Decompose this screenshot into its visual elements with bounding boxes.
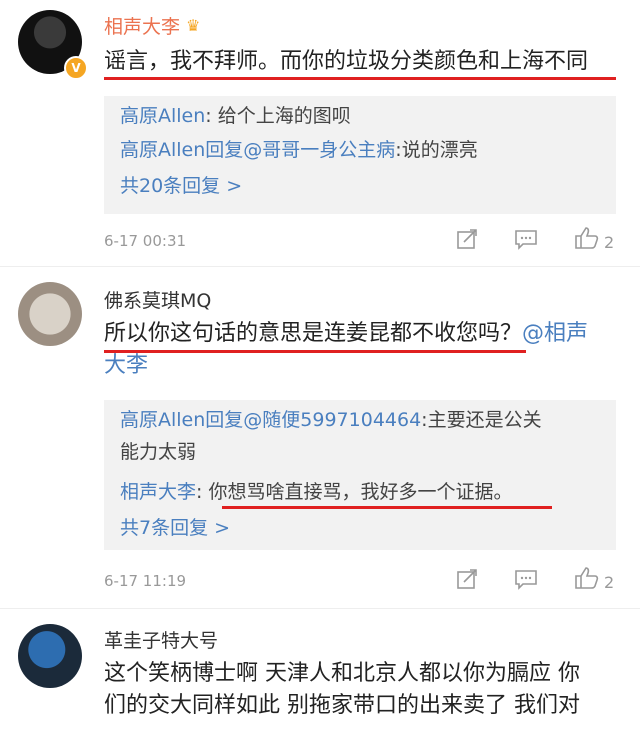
username[interactable]: 相声大李 ♛ (104, 12, 200, 39)
more-replies-link[interactable]: 共20条回复 > (120, 170, 600, 202)
timestamp: 6-17 00:31 (104, 232, 187, 250)
reply-content: 说的漂亮 (401, 139, 478, 161)
reply-author[interactable]: 高原Allen回复@随便5997104464 (120, 409, 421, 431)
reply-content: 能力太弱 (120, 441, 197, 463)
share-icon[interactable] (456, 568, 478, 595)
reply-content: 给个上海的图呗 (217, 105, 351, 127)
like-icon[interactable] (574, 567, 600, 595)
like-count: 2 (604, 233, 615, 252)
reply-item[interactable]: 相声大李: 你想骂啥直接骂，我好多一个证据。 (120, 476, 600, 508)
comment-text: 这个笑柄博士啊 天津人和北京人都以你为膈应 你 们的交大同样如此 别拖家带口的出… (104, 661, 580, 718)
avatar[interactable] (18, 282, 82, 346)
reply-box: 高原Allen: 给个上海的图呗 高原Allen回复@哥哥一身公主病:说的漂亮 … (104, 96, 616, 214)
reply-author[interactable]: 高原Allen (120, 105, 205, 127)
more-replies-link[interactable]: 共7条回复 > (120, 512, 600, 544)
comment-icon[interactable] (514, 228, 538, 255)
reply-author[interactable]: 高原Allen回复@哥哥一身公主病 (120, 139, 395, 161)
username-text[interactable]: 革圭子特大号 (104, 630, 218, 652)
like-icon[interactable] (574, 227, 600, 255)
mention-link[interactable]: 大李 (104, 353, 148, 378)
vip-crown-icon: ♛ (186, 16, 201, 35)
verified-badge-icon: V (64, 56, 88, 80)
username-text[interactable]: 佛系莫琪MQ (104, 290, 211, 312)
reply-box: 高原Allen回复@随便5997104464:主要还是公关 能力太弱 相声大李:… (104, 400, 616, 550)
reply-item[interactable]: 高原Allen回复@随便5997104464:主要还是公关 能力太弱 (120, 404, 600, 468)
like-button[interactable]: 2 (574, 566, 614, 595)
like-button[interactable]: 2 (574, 226, 614, 255)
username[interactable]: 革圭子特大号 (104, 626, 218, 653)
avatar[interactable] (18, 624, 82, 688)
reply-author[interactable]: 相声大李 (120, 481, 196, 503)
divider (0, 266, 640, 267)
reply-item[interactable]: 高原Allen回复@哥哥一身公主病:说的漂亮 (120, 134, 600, 166)
highlight-underline (222, 506, 552, 509)
comment-3: 革圭子特大号 这个笑柄博士啊 天津人和北京人都以你为膈应 你 们的交大同样如此 … (0, 610, 640, 732)
like-count: 2 (604, 573, 615, 592)
reply-content: 主要还是公关 (427, 409, 542, 431)
mention-link[interactable]: @相声 (522, 321, 588, 346)
username-text[interactable]: 相声大李 (104, 16, 180, 38)
comment-2: 佛系莫琪MQ 所以你这句话的意思是连姜昆都不收您吗？@相声 大李 高原Allen… (0, 268, 640, 610)
comment-icon[interactable] (514, 568, 538, 595)
share-icon[interactable] (456, 228, 478, 255)
username[interactable]: 佛系莫琪MQ (104, 286, 211, 313)
highlight-underline (104, 77, 616, 80)
comment-1: V 相声大李 ♛ 谣言，我不拜师。而你的垃圾分类颜色和上海不同 高原Allen: … (0, 0, 640, 268)
timestamp: 6-17 11:19 (104, 572, 187, 590)
reply-content: 你想骂啥直接骂，我好多一个证据。 (208, 481, 513, 503)
comment-text: 谣言，我不拜师。而你的垃圾分类颜色和上海不同 (104, 46, 624, 78)
highlight-underline (104, 350, 526, 353)
comment-text-content: 谣言，我不拜师。而你的垃圾分类颜色和上海不同 (104, 49, 589, 74)
reply-item[interactable]: 高原Allen: 给个上海的图呗 (120, 100, 600, 132)
divider (0, 608, 640, 609)
